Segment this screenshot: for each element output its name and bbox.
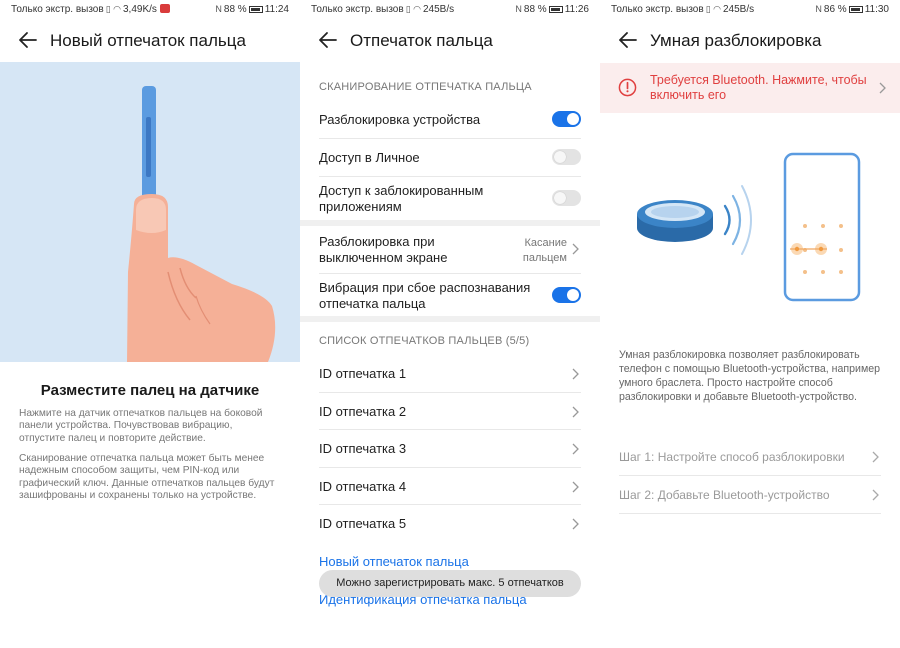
clock: 11:24 <box>264 4 289 15</box>
bluetooth-required-banner[interactable]: Требуется Bluetooth. Нажмите, чтобы вклю… <box>600 63 900 113</box>
battery-icon <box>548 6 563 13</box>
new-fingerprint-link[interactable]: Новый отпечаток пальца <box>319 554 469 569</box>
fingernail <box>136 198 166 233</box>
fingerprint-label: ID отпечатка 5 <box>319 516 407 531</box>
fingerprint-item[interactable]: ID отпечатка 2 <box>319 393 581 430</box>
setting-screen-off-unlock[interactable]: Разблокировка при выключенном экране Кас… <box>319 226 581 274</box>
carrier-text: Только экстр. вызов <box>611 4 704 15</box>
network-speed: 245B/s <box>423 4 455 15</box>
fingerprint-item[interactable]: ID отпечатка 3 <box>319 430 581 468</box>
setting-label: Разблокировка при выключенном экране <box>319 234 448 265</box>
new-fingerprint-screen: Только экстр. вызов ▯ ◠ 3,49K/s N 88 % 11:24… <box>0 0 300 648</box>
section-header-fingerprints: СПИСОК ОТПЕЧАТКОВ ПАЛЬЦЕВ (5/5) <box>319 335 530 347</box>
nfc-icon: N <box>215 4 222 14</box>
nfc-icon: N <box>815 4 822 14</box>
section-separator <box>300 316 600 322</box>
bluetooth-signal-icon <box>723 185 752 255</box>
back-arrow-icon[interactable] <box>16 28 40 52</box>
sim-wifi-icon: ▯ ◠ <box>105 4 121 14</box>
setting-label: Вибрация при сбое распознавания отпечатк… <box>319 280 531 311</box>
nfc-icon: N <box>515 4 522 14</box>
chevron-right-icon <box>572 243 579 255</box>
chevron-right-icon <box>872 451 879 463</box>
fingerprint-item[interactable]: ID отпечатка 4 <box>319 468 581 505</box>
screen-off-value: Касание пальцем <box>522 237 567 264</box>
smart-unlock-screen: Только экстр. вызов ▯ ◠ 245B/s N 86 % 11:30 … <box>600 0 900 648</box>
device-unlock-toggle[interactable] <box>552 111 581 127</box>
vibration-toggle[interactable] <box>552 287 581 303</box>
step-add-bluetooth[interactable]: Шаг 2: Добавьте Bluetooth-устройство <box>619 476 881 514</box>
sim-wifi-icon: ▯ ◠ <box>405 4 421 14</box>
setting-vibration-failure[interactable]: Вибрация при сбое распознавания отпечатк… <box>319 274 581 316</box>
network-speed: 245B/s <box>723 4 755 15</box>
app-bar: Новый отпечаток пальца <box>0 20 300 62</box>
status-bar: Только экстр. вызов ▯ ◠ 3,49K/s N 88 % 11:24 <box>0 0 300 20</box>
warning-icon <box>618 78 637 97</box>
banner-text: Требуется Bluetooth. Нажмите, чтобы вклю… <box>650 73 867 102</box>
battery-icon <box>848 6 863 13</box>
chevron-right-icon <box>572 368 579 380</box>
band-to-phone-illustration <box>637 152 861 302</box>
locked-apps-toggle[interactable] <box>552 190 581 206</box>
fingerprint-item[interactable]: ID отпечатка 1 <box>319 355 581 393</box>
setting-private-space[interactable]: Доступ в Личное <box>319 139 581 177</box>
fingerprint-item[interactable]: ID отпечатка 5 <box>319 505 581 543</box>
step-label: Шаг 2: Добавьте Bluetooth-устройство <box>619 488 830 502</box>
clock: 11:30 <box>864 4 889 15</box>
back-arrow-icon[interactable] <box>316 28 340 52</box>
fingerprint-settings-screen: Только экстр. вызов ▯ ◠ 245B/s N 88 % 11:26 … <box>300 0 600 648</box>
instruction-heading: Разместите палец на датчике <box>40 382 260 399</box>
setting-label: Доступ к заблокированным приложениям <box>319 183 484 214</box>
step-setup-unlock[interactable]: Шаг 1: Настройте способ разблокировки <box>619 440 881 476</box>
chevron-right-icon <box>572 481 579 493</box>
battery-percent: 88 % <box>223 4 247 15</box>
private-space-toggle[interactable] <box>552 149 581 165</box>
fingerprint-label: ID отпечатка 1 <box>319 366 407 381</box>
phone-icon <box>783 152 861 302</box>
chevron-right-icon <box>872 489 879 501</box>
page-title: Новый отпечаток пальца <box>50 31 246 50</box>
notification-icon <box>159 4 170 13</box>
status-bar: Только экстр. вызов ▯ ◠ 245B/s N 88 % 11:26 <box>300 0 600 20</box>
fingerprint-label: ID отпечатка 3 <box>319 441 407 456</box>
setting-label: Доступ в Личное <box>319 150 420 165</box>
section-header-scanning: СКАНИРОВАНИЕ ОТПЕЧАТКА ПАЛЬЦА <box>319 81 532 93</box>
carrier-text: Только экстр. вызов <box>311 4 404 15</box>
back-arrow-icon[interactable] <box>616 28 640 52</box>
setting-device-unlock[interactable]: Разблокировка устройства <box>319 101 581 139</box>
security-note: Сканирование отпечатка пальца может быть… <box>19 453 275 502</box>
battery-icon <box>248 6 263 13</box>
setting-locked-apps[interactable]: Доступ к заблокированным приложениям <box>319 177 581 220</box>
battery-percent: 86 % <box>823 4 847 15</box>
clock: 11:26 <box>564 4 589 15</box>
smart-unlock-description: Умная разблокировка позволяет разблокиро… <box>619 349 881 403</box>
status-bar: Только экстр. вызов ▯ ◠ 245B/s N 86 % 11:30 <box>600 0 900 20</box>
fingerprint-label: ID отпечатка 2 <box>319 404 407 419</box>
smart-band-icon <box>637 200 713 242</box>
chevron-right-icon <box>572 518 579 530</box>
page-title: Умная разблокировка <box>650 31 822 50</box>
finger-on-sensor-illustration <box>0 62 300 362</box>
instruction-text: Нажмите на датчик отпечатков пальцев на … <box>19 408 263 444</box>
toast-message: Можно зарегистрировать макс. 5 отпечатко… <box>319 570 581 597</box>
carrier-text: Только экстр. вызов <box>11 4 104 15</box>
sim-wifi-icon: ▯ ◠ <box>705 4 721 14</box>
chevron-right-icon <box>879 82 886 94</box>
chevron-right-icon <box>572 443 579 455</box>
page-title: Отпечаток пальца <box>350 31 493 50</box>
battery-percent: 88 % <box>523 4 547 15</box>
fingerprint-label: ID отпечатка 4 <box>319 479 407 494</box>
chevron-right-icon <box>572 406 579 418</box>
network-speed: 3,49K/s <box>123 4 157 15</box>
step-label: Шаг 1: Настройте способ разблокировки <box>619 450 845 464</box>
app-bar: Отпечаток пальца <box>300 20 600 62</box>
app-bar: Умная разблокировка <box>600 20 900 62</box>
setting-label: Разблокировка устройства <box>319 112 481 127</box>
